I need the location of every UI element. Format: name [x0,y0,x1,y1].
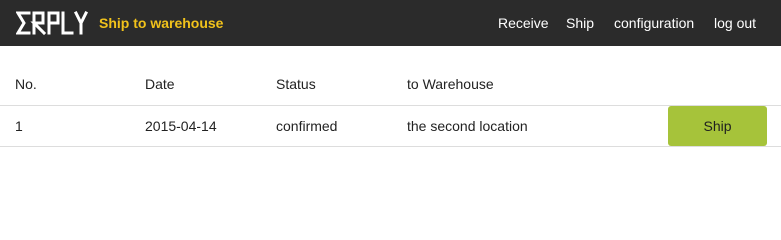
table-row: 1 2015-04-14 confirmed the second locati… [0,106,781,147]
page-title: Ship to warehouse [99,15,224,31]
nav-configuration-link[interactable]: configuration [614,0,694,46]
shipments-table: No. Date Status to Warehouse 1 2015-04-1… [0,62,781,147]
erply-logo[interactable] [16,10,90,36]
column-header-no: No. [15,76,37,92]
row-number: 1 [15,118,23,134]
row-status: confirmed [276,118,338,134]
nav-receive-link[interactable]: Receive [498,0,549,46]
row-date: 2015-04-14 [145,118,217,134]
nav-ship-link[interactable]: Ship [566,0,594,46]
top-bar: Ship to warehouse Receive Ship configura… [0,0,781,46]
table-header-row: No. Date Status to Warehouse [0,62,781,106]
ship-button[interactable]: Ship [668,106,767,146]
column-header-to-warehouse: to Warehouse [407,76,494,92]
column-header-status: Status [276,76,316,92]
row-to-warehouse: the second location [407,118,528,134]
column-header-date: Date [145,76,175,92]
erply-logo-icon [16,11,89,35]
nav-logout-link[interactable]: log out [714,0,756,46]
